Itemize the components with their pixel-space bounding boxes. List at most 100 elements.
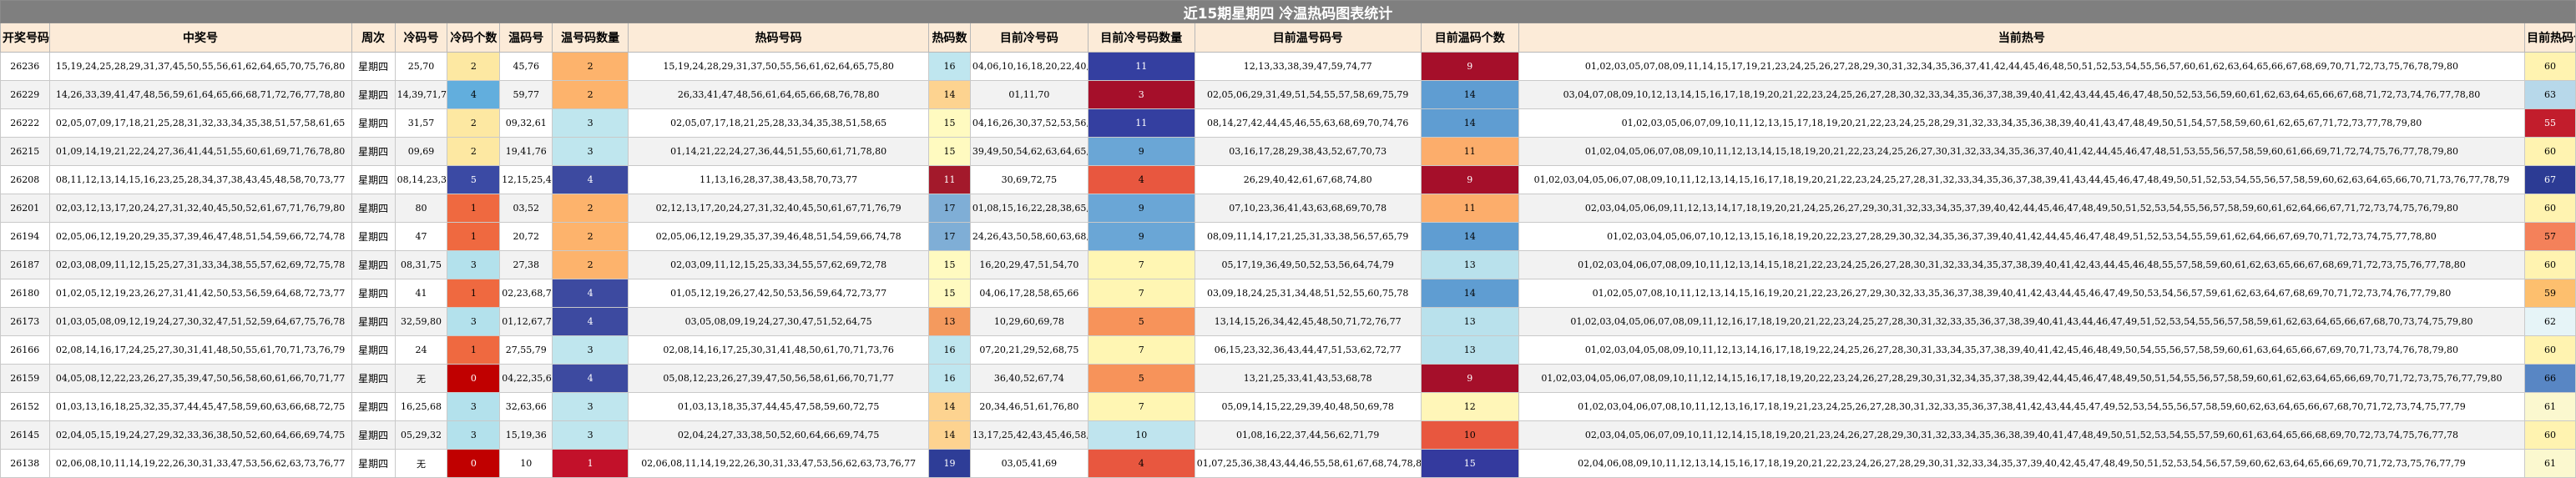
warm-count-cell: 4 [552, 279, 629, 308]
current-cold-count-cell: 11 [1087, 52, 1195, 81]
cold-count-cell: 3 [447, 307, 501, 336]
current-cold-count-cell: 7 [1087, 279, 1195, 308]
warm-numbers-cell: 02,23,68,74 [499, 279, 553, 308]
current-warm-cell: 12,13,33,38,39,47,59,74,77 [1194, 52, 1422, 81]
current-hot-cell: 01,02,03,04,05,08,09,10,11,12,13,14,16,1… [1518, 335, 2526, 365]
win-numbers-cell: 01,02,05,12,19,23,26,27,31,41,42,50,53,5… [48, 279, 352, 308]
week-cell: 星期四 [351, 52, 396, 81]
week-cell: 星期四 [351, 194, 396, 223]
current-warm-cell: 05,17,19,36,49,50,52,53,56,64,74,79 [1194, 250, 1422, 279]
win-numbers-cell: 02,06,08,10,11,14,19,22,26,30,31,33,47,5… [48, 449, 352, 478]
current-hot-cell: 01,02,03,04,05,06,07,08,09,11,12,16,17,1… [1518, 307, 2526, 336]
hot-count-cell: 16 [928, 364, 971, 393]
hot-count-cell: 15 [928, 250, 971, 279]
hot-count-header: 热码数 [928, 23, 971, 53]
current-hot-count-cell: 59 [2524, 279, 2576, 308]
current-cold-header: 目前冷号码 [969, 23, 1088, 53]
current-hot-count-cell: 66 [2524, 364, 2576, 393]
current-warm-cell: 13,14,15,26,34,42,45,48,50,71,72,76,77 [1194, 307, 1422, 336]
issue-cell: 26208 [0, 165, 50, 194]
hot-numbers-cell: 15,19,24,28,29,31,37,50,55,56,61,62,64,6… [628, 52, 930, 81]
stats-table: 近15期星期四 冷温热码图表统计 开奖号码期号中奖号周次冷码号冷码个数温码号温号… [0, 0, 2576, 478]
cold-count-cell: 4 [447, 80, 501, 109]
issue-cell: 26159 [0, 364, 50, 393]
current-hot-cell: 02,03,04,05,06,09,11,12,13,14,17,18,19,2… [1518, 194, 2526, 223]
current-hot-count-cell: 60 [2524, 420, 2576, 450]
warm-count-cell: 2 [552, 52, 629, 81]
cold-count-cell: 1 [447, 335, 501, 365]
hot-numbers-header: 热码号码 [628, 23, 930, 53]
warm-numbers-cell: 27,55,79 [499, 335, 553, 365]
win-numbers-cell: 02,05,06,12,19,20,29,35,37,39,46,47,48,5… [48, 222, 352, 251]
current-warm-cell: 05,09,14,15,22,29,39,40,48,50,69,78 [1194, 392, 1422, 421]
win-numbers-cell: 01,09,14,19,21,22,24,27,36,41,44,51,55,6… [48, 137, 352, 166]
current-hot-cell: 01,02,03,04,05,06,07,08,09,10,11,12,14,1… [1518, 364, 2526, 393]
current-hot-cell: 01,02,04,05,06,07,08,09,10,11,12,13,14,1… [1518, 137, 2526, 166]
current-warm-cell: 08,09,11,14,17,21,25,31,33,38,56,57,65,7… [1194, 222, 1422, 251]
issue-cell: 26180 [0, 279, 50, 308]
current-hot-cell: 02,03,04,05,06,07,09,10,11,12,14,15,18,1… [1518, 420, 2526, 450]
cold-numbers-cell: 47 [394, 222, 448, 251]
current-hot-cell: 03,04,07,08,09,10,12,13,14,15,16,17,18,1… [1518, 80, 2526, 109]
warm-count-cell: 2 [552, 194, 629, 223]
warm-numbers-cell: 19,41,76 [499, 137, 553, 166]
table-row: 26152 01,03,13,16,18,25,32,35,37,44,45,47… [0, 392, 2576, 421]
warm-numbers-cell: 59,77 [499, 80, 553, 109]
table-row: 26138 02,06,08,10,11,14,19,22,26,30,31,33… [0, 449, 2576, 478]
week-cell: 星期四 [351, 279, 396, 308]
current-warm-cell: 07,10,23,36,41,43,63,68,69,70,78 [1194, 194, 1422, 223]
win-numbers-cell: 01,03,13,16,18,25,32,35,37,44,45,47,58,5… [48, 392, 352, 421]
hot-numbers-cell: 03,05,08,09,19,24,27,30,47,51,52,64,75 [628, 307, 930, 336]
current-warm-count-cell: 10 [1420, 420, 1519, 450]
current-cold-cell: 04,06,10,16,18,20,22,40,43,49,58 [969, 52, 1088, 81]
hot-numbers-cell: 02,04,24,27,33,38,50,52,60,64,66,69,74,7… [628, 420, 930, 450]
current-hot-count-cell: 67 [2524, 165, 2576, 194]
hot-numbers-cell: 02,03,09,11,12,15,25,33,34,55,57,62,69,7… [628, 250, 930, 279]
warm-numbers-cell: 15,19,36 [499, 420, 553, 450]
week-header: 周次 [351, 23, 396, 53]
current-cold-count-cell: 4 [1087, 449, 1195, 478]
current-warm-cell: 01,07,25,36,38,43,44,46,55,58,61,67,68,7… [1194, 449, 1422, 478]
current-cold-cell: 07,20,21,29,52,68,75 [969, 335, 1088, 365]
current-cold-cell: 13,17,25,42,43,45,46,58,67,80 [969, 420, 1088, 450]
cold-count-cell: 1 [447, 222, 501, 251]
table-row: 26229 14,26,33,39,41,47,48,56,59,61,64,65… [0, 80, 2576, 109]
current-warm-cell: 26,29,40,42,61,67,68,74,80 [1194, 165, 1422, 194]
hot-numbers-cell: 02,05,06,12,19,29,35,37,39,46,48,51,54,5… [628, 222, 930, 251]
cold-count-cell: 3 [447, 250, 501, 279]
table-row: 26222 02,05,07,09,17,18,21,25,28,31,32,33… [0, 108, 2576, 138]
warm-numbers-cell: 04,22,35,60 [499, 364, 553, 393]
current-warm-cell: 13,21,25,33,41,43,53,68,78 [1194, 364, 1422, 393]
current-hot-cell: 01,02,05,07,08,10,11,12,13,14,15,16,19,2… [1518, 279, 2526, 308]
current-hot-count-cell: 60 [2524, 52, 2576, 81]
current-warm-count-header: 目前温码个数 [1420, 23, 1519, 53]
current-cold-cell: 16,20,29,47,51,54,70 [969, 250, 1088, 279]
current-hot-count-cell: 61 [2524, 449, 2576, 478]
cold-count-cell: 3 [447, 392, 501, 421]
hot-count-cell: 14 [928, 392, 971, 421]
cold-numbers-cell: 25,70 [394, 52, 448, 81]
warm-numbers-cell: 27,38 [499, 250, 553, 279]
issue-header: 开奖号码期号 [0, 23, 50, 53]
warm-numbers-cell: 01,12,67,74 [499, 307, 553, 336]
win-numbers-cell: 02,04,05,15,19,24,27,29,32,33,36,38,50,5… [48, 420, 352, 450]
hot-numbers-cell: 02,06,08,11,14,19,22,26,30,31,33,47,53,5… [628, 449, 930, 478]
week-cell: 星期四 [351, 307, 396, 336]
current-cold-cell: 30,69,72,75 [969, 165, 1088, 194]
current-cold-count-cell: 4 [1087, 165, 1195, 194]
current-warm-cell: 08,14,27,42,44,45,46,55,63,68,69,70,74,7… [1194, 108, 1422, 138]
current-cold-count-cell: 10 [1087, 420, 1195, 450]
current-warm-count-cell: 12 [1420, 392, 1519, 421]
current-hot-cell: 01,02,03,04,05,06,07,08,09,10,11,12,13,1… [1518, 165, 2526, 194]
current-warm-count-cell: 15 [1420, 449, 1519, 478]
hot-count-cell: 14 [928, 80, 971, 109]
issue-cell: 26173 [0, 307, 50, 336]
issue-cell: 26145 [0, 420, 50, 450]
current-cold-count-cell: 5 [1087, 364, 1195, 393]
hot-count-cell: 16 [928, 52, 971, 81]
hot-count-cell: 17 [928, 222, 971, 251]
current-warm-cell: 06,15,23,32,36,43,44,47,51,53,62,72,77 [1194, 335, 1422, 365]
week-cell: 星期四 [351, 165, 396, 194]
current-warm-count-cell: 11 [1420, 194, 1519, 223]
hot-count-cell: 15 [928, 279, 971, 308]
